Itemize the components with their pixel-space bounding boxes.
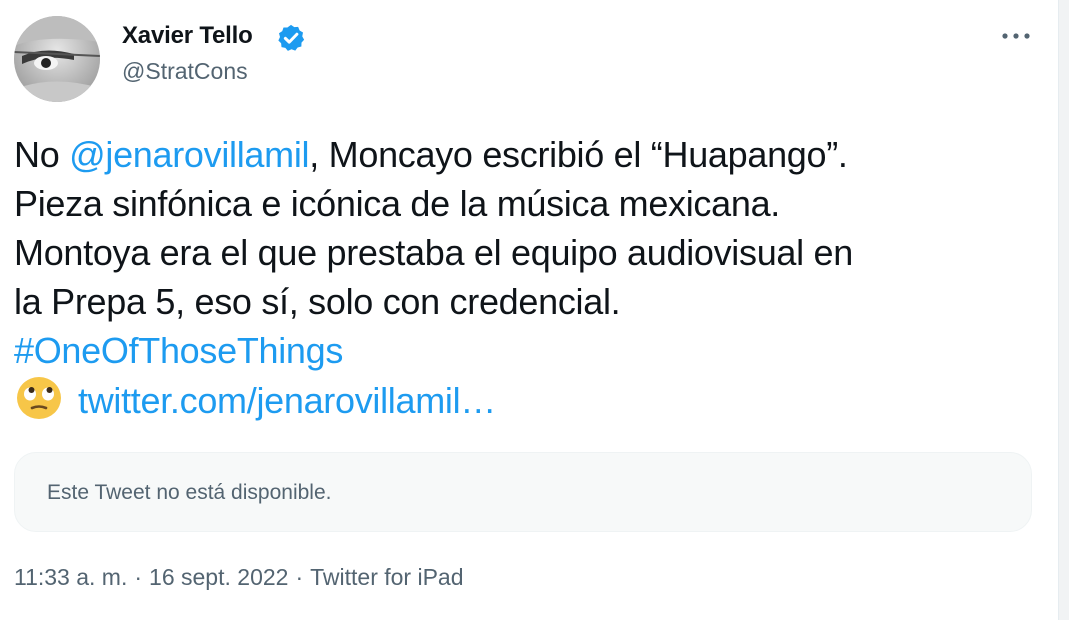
hashtag-link[interactable]: #OneOfThoseThings	[14, 330, 343, 371]
tweet-text: No @jenarovillamil, Moncayo escribió el …	[14, 130, 1054, 424]
tweet-source[interactable]: Twitter for iPad	[310, 564, 463, 590]
separator: ·	[134, 564, 143, 590]
scrollbar-track[interactable]	[1058, 0, 1069, 620]
separator: ·	[295, 564, 304, 590]
avatar[interactable]	[14, 16, 100, 102]
tweet-view: Xavier Tello @StratCons No @jenarovillam…	[0, 0, 1069, 620]
text-line1-rest: , Moncayo escribió el “Huapango”.	[309, 134, 848, 175]
text-prefix: No	[14, 134, 70, 175]
tweet-line: Montoya era el que prestaba el equipo au…	[14, 232, 853, 273]
tweet-metadata: 11:33 a. m. · 16 sept. 2022 · Twitter for iP…	[14, 564, 464, 591]
verified-badge-icon	[278, 24, 305, 51]
avatar-photo-icon	[14, 16, 100, 102]
author-name[interactable]: Xavier Tello	[122, 22, 253, 50]
tweet-time[interactable]: 11:33 a. m.	[14, 564, 127, 590]
tweet-line: #OneOfThoseThings	[14, 326, 1054, 375]
face-with-rolling-eyes-emoji-icon	[17, 377, 61, 419]
unavailable-message: Este Tweet no está disponible.	[47, 481, 332, 504]
tweet-line: la Prepa 5, eso sí, solo con credencial.	[14, 281, 621, 322]
tweet-url-link[interactable]: twitter.com/jenarovillamil…	[78, 380, 496, 421]
quoted-tweet-unavailable-card: Este Tweet no está disponible.	[14, 452, 1032, 532]
more-options-button[interactable]	[996, 22, 1036, 50]
more-horizontal-icon	[1002, 33, 1030, 39]
tweet-line: twitter.com/jenarovillamil…	[14, 375, 1054, 424]
tweet-line: No @jenarovillamil, Moncayo escribió el …	[14, 130, 1054, 179]
tweet-date[interactable]: 16 sept. 2022	[149, 564, 288, 590]
author-handle[interactable]: @StratCons	[122, 58, 248, 85]
mention-link[interactable]: @jenarovillamil	[69, 134, 309, 175]
tweet-line: Pieza sinfónica e icónica de la música m…	[14, 183, 780, 224]
